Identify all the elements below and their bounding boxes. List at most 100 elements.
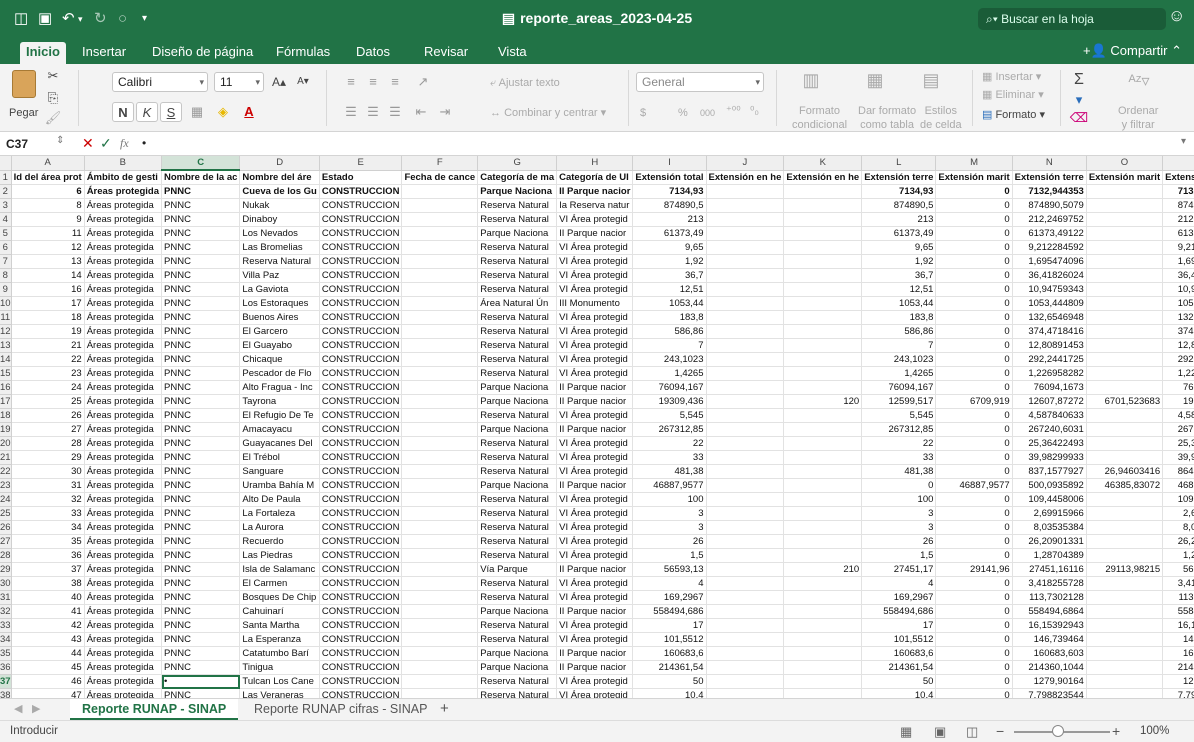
paste-icon[interactable] [12, 70, 36, 98]
row-header[interactable]: 29 [0, 562, 12, 577]
table-cell[interactable]: 120 [783, 394, 863, 409]
table-cell[interactable]: 2,69915966 [1012, 506, 1087, 521]
table-cell[interactable]: Parque Naciona [477, 478, 558, 493]
table-cell[interactable] [401, 240, 479, 255]
table-cell[interactable]: Tulcan Los Cane [239, 674, 320, 689]
table-cell[interactable] [783, 604, 863, 619]
table-cell[interactable]: Reserva Natural [477, 450, 558, 465]
table-cell[interactable]: Áreas protegida [84, 548, 163, 563]
table-cell[interactable]: 213 [632, 212, 707, 227]
table-cell[interactable] [783, 240, 863, 255]
share-button[interactable]: +👤 Compartir ⌃ [1083, 42, 1182, 60]
table-cell[interactable]: 267240,6031 [1012, 422, 1087, 437]
header-cell[interactable]: Fecha de cance [401, 170, 479, 185]
table-cell[interactable]: 26,20901331 [1012, 534, 1087, 549]
table-cell[interactable] [1086, 282, 1164, 297]
table-cell[interactable]: 33 [861, 450, 937, 465]
table-cell[interactable]: PNNC [161, 282, 241, 297]
table-cell[interactable]: PNNC [161, 632, 241, 647]
table-cell[interactable]: CONSTRUCCION [319, 212, 403, 227]
table-cell[interactable]: PNNC [161, 268, 241, 283]
table-cell[interactable]: II Parque nacior [556, 184, 634, 199]
table-cell[interactable]: 28 [11, 436, 85, 451]
table-cell[interactable]: Ia Reserva natur [556, 198, 634, 213]
table-cell[interactable]: 0 [935, 492, 1013, 507]
table-cell[interactable]: CONSTRUCCION [319, 184, 403, 199]
table-cell[interactable]: II Parque nacior [556, 380, 634, 395]
table-cell[interactable]: CONSTRUCCION [319, 254, 403, 269]
table-cell[interactable]: Reserva Natural [477, 282, 558, 297]
table-cell[interactable]: Parque Naciona [477, 604, 558, 619]
normal-view-icon[interactable]: ▦ [900, 724, 912, 740]
table-cell[interactable]: VI Área protegid [556, 674, 634, 689]
table-cell[interactable]: 558494,686 [632, 604, 707, 619]
table-cell[interactable] [706, 394, 785, 409]
table-cell[interactable]: II Parque nacior [556, 562, 634, 577]
table-cell[interactable] [1086, 422, 1164, 437]
table-cell[interactable]: III Monumento [556, 296, 634, 311]
table-cell[interactable]: 50 [632, 674, 707, 689]
table-cell[interactable]: 44 [11, 646, 85, 661]
table-cell[interactable]: Tayrona [239, 394, 320, 409]
row-header[interactable]: 9 [0, 282, 12, 297]
table-cell[interactable]: 0 [935, 464, 1013, 479]
table-cell[interactable]: 0 [935, 688, 1013, 698]
table-cell[interactable]: VI Área protegid [556, 268, 634, 283]
row-header[interactable]: 26 [0, 520, 12, 535]
table-cell[interactable] [401, 352, 479, 367]
table-cell[interactable]: 160683,603 [1012, 646, 1087, 661]
table-cell[interactable]: 36,41826024 [1012, 268, 1087, 283]
table-cell[interactable]: 0 [935, 548, 1013, 563]
table-cell[interactable]: 109,4458006 [1162, 492, 1194, 507]
table-cell[interactable] [783, 506, 863, 521]
align-bottom-icon[interactable]: ≡ [384, 72, 406, 92]
table-cell[interactable] [783, 688, 863, 698]
table-cell[interactable]: 1,695474096 [1162, 254, 1194, 269]
table-cell[interactable]: 11 [11, 226, 85, 241]
table-cell[interactable]: VI Área protegid [556, 352, 634, 367]
table-cell[interactable]: 32 [11, 492, 85, 507]
borders-icon[interactable]: ▦ [186, 102, 208, 122]
table-cell[interactable]: 19 [11, 324, 85, 339]
table-cell[interactable]: 1,4265 [861, 366, 937, 381]
table-cell[interactable]: 4 [861, 576, 937, 591]
table-cell[interactable] [1086, 520, 1164, 535]
table-cell[interactable]: Amacayacu [239, 422, 320, 437]
table-cell[interactable]: Reserva Natural [477, 632, 558, 647]
table-cell[interactable]: 7134,93 [861, 184, 937, 199]
table-cell[interactable]: Reserva Natural [477, 506, 558, 521]
table-cell[interactable]: 1279,90164 [1012, 674, 1087, 689]
table-cell[interactable]: PNNC [161, 366, 241, 381]
table-cell[interactable]: 41 [11, 604, 85, 619]
table-cell[interactable]: 27451,16116 [1012, 562, 1087, 577]
table-cell[interactable]: PNNC [161, 212, 241, 227]
table-cell[interactable]: 267312,85 [632, 422, 707, 437]
table-cell[interactable] [706, 254, 785, 269]
header-cell[interactable]: Extensión terre [1012, 170, 1087, 185]
table-cell[interactable]: 47 [11, 688, 85, 698]
table-cell[interactable]: Reserva Natural [239, 254, 320, 269]
table-cell[interactable]: Áreas protegida [84, 296, 163, 311]
tab-diseno-pagina[interactable]: Diseño de página [146, 42, 259, 64]
row-header[interactable]: 6 [0, 240, 12, 255]
merge-center-button[interactable]: ↔ Combinar y centrar ▾ [490, 106, 606, 120]
table-cell[interactable] [783, 520, 863, 535]
table-cell[interactable] [401, 688, 479, 698]
table-cell[interactable]: 1,28704389 [1012, 548, 1087, 563]
table-cell[interactable] [401, 422, 479, 437]
table-cell[interactable]: Parque Naciona [477, 380, 558, 395]
table-cell[interactable]: 292,2441725 [1012, 352, 1087, 367]
table-cell[interactable]: Áreas protegida [84, 366, 163, 381]
table-cell[interactable]: Catatumbo Barí [239, 646, 320, 661]
table-cell[interactable] [1086, 548, 1164, 563]
table-cell[interactable] [706, 436, 785, 451]
header-cell[interactable]: Extensión total [1162, 170, 1194, 185]
table-cell[interactable]: II Parque nacior [556, 660, 634, 675]
header-cell[interactable]: Nombre de la ac [161, 170, 241, 185]
insert-button[interactable]: ▦ Insertar ▾ [982, 70, 1041, 84]
table-cell[interactable]: 214360,1044 [1012, 660, 1087, 675]
table-cell[interactable]: Áreas protegida [84, 338, 163, 353]
table-cell[interactable]: 214361,54 [632, 660, 707, 675]
table-cell[interactable]: El Carmen [239, 576, 320, 591]
table-cell[interactable]: 0 [935, 618, 1013, 633]
